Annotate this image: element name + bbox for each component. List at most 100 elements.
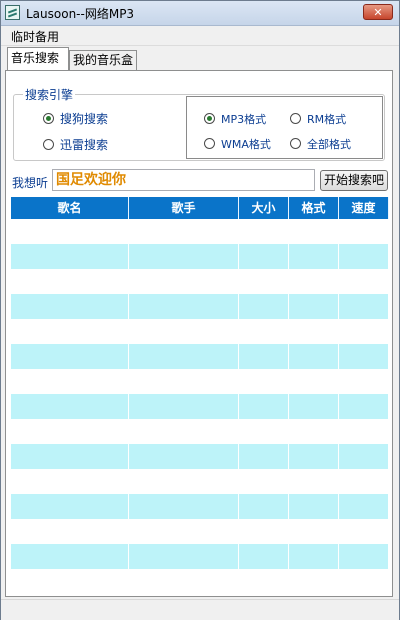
engine-xunlei-radio[interactable]: 迅雷搜索 bbox=[43, 136, 108, 153]
table-row[interactable] bbox=[11, 544, 389, 569]
menu-item-temp-backup[interactable]: 临时备用 bbox=[11, 28, 59, 45]
table-cell bbox=[11, 419, 129, 444]
table-cell bbox=[289, 494, 339, 519]
table-cell bbox=[129, 469, 239, 494]
table-cell bbox=[339, 369, 389, 394]
table-cell bbox=[239, 344, 289, 369]
engine-sogou-radio[interactable]: 搜狗搜索 bbox=[43, 110, 108, 127]
table-cell bbox=[339, 469, 389, 494]
table-cell bbox=[289, 319, 339, 344]
table-row[interactable] bbox=[11, 519, 389, 544]
table-cell bbox=[339, 419, 389, 444]
table-cell bbox=[289, 369, 339, 394]
close-button[interactable]: ✕ bbox=[363, 4, 393, 20]
table-cell bbox=[339, 494, 389, 519]
table-row[interactable] bbox=[11, 269, 389, 294]
table-cell bbox=[289, 569, 339, 594]
table-row[interactable] bbox=[11, 569, 389, 594]
format-all-label: 全部格式 bbox=[307, 138, 351, 151]
table-cell bbox=[11, 519, 129, 544]
results-table: 歌名 歌手 大小 格式 速度 bbox=[11, 197, 389, 594]
table-cell bbox=[11, 294, 129, 319]
table-cell bbox=[339, 394, 389, 419]
table-cell bbox=[339, 444, 389, 469]
table-cell bbox=[129, 244, 239, 269]
song-search-input[interactable]: 国足欢迎你 bbox=[52, 169, 315, 191]
table-row[interactable] bbox=[11, 294, 389, 319]
table-cell bbox=[339, 269, 389, 294]
table-cell bbox=[339, 294, 389, 319]
table-cell bbox=[239, 494, 289, 519]
table-cell bbox=[129, 269, 239, 294]
table-cell bbox=[289, 469, 339, 494]
table-cell bbox=[289, 444, 339, 469]
table-cell bbox=[11, 569, 129, 594]
radio-checked-icon bbox=[204, 113, 215, 124]
table-cell bbox=[239, 244, 289, 269]
table-cell bbox=[129, 569, 239, 594]
column-header-song[interactable]: 歌名 bbox=[11, 197, 129, 219]
table-cell bbox=[339, 344, 389, 369]
table-row[interactable] bbox=[11, 469, 389, 494]
engine-xunlei-label: 迅雷搜索 bbox=[60, 138, 109, 152]
table-cell bbox=[289, 219, 339, 244]
format-mp3-radio[interactable]: MP3格式 bbox=[204, 111, 266, 127]
table-cell bbox=[129, 344, 239, 369]
search-engine-group: 搜索引擎 搜狗搜索 迅雷搜索 MP3格式 RM格式 WMA格式 全部格式 bbox=[13, 86, 385, 161]
table-cell bbox=[239, 544, 289, 569]
column-header-speed[interactable]: 速度 bbox=[339, 197, 389, 219]
search-engine-legend: 搜索引擎 bbox=[23, 86, 76, 103]
tab-music-search[interactable]: 音乐搜索 bbox=[7, 47, 69, 70]
table-cell bbox=[339, 544, 389, 569]
table-cell bbox=[239, 269, 289, 294]
table-cell bbox=[339, 244, 389, 269]
table-cell bbox=[11, 394, 129, 419]
table-row[interactable] bbox=[11, 444, 389, 469]
table-cell bbox=[339, 569, 389, 594]
table-row[interactable] bbox=[11, 419, 389, 444]
table-row[interactable] bbox=[11, 219, 389, 244]
table-row[interactable] bbox=[11, 244, 389, 269]
table-row[interactable] bbox=[11, 394, 389, 419]
title-bar[interactable]: Lausoon--网络MP3 ✕ bbox=[1, 1, 399, 26]
format-all-radio[interactable]: 全部格式 bbox=[290, 136, 351, 152]
column-header-artist[interactable]: 歌手 bbox=[129, 197, 239, 219]
table-cell bbox=[129, 544, 239, 569]
column-header-size[interactable]: 大小 bbox=[239, 197, 289, 219]
table-cell bbox=[11, 244, 129, 269]
window-title: Lausoon--网络MP3 bbox=[26, 7, 135, 21]
table-cell bbox=[289, 394, 339, 419]
table-cell bbox=[11, 319, 129, 344]
format-wma-radio[interactable]: WMA格式 bbox=[204, 136, 271, 152]
engine-sogou-label: 搜狗搜索 bbox=[60, 112, 109, 126]
table-cell bbox=[289, 294, 339, 319]
table-row[interactable] bbox=[11, 319, 389, 344]
table-row[interactable] bbox=[11, 369, 389, 394]
table-cell bbox=[289, 419, 339, 444]
table-cell bbox=[239, 394, 289, 419]
music-search-panel: 搜索引擎 搜狗搜索 迅雷搜索 MP3格式 RM格式 WMA格式 全部格式 我想听… bbox=[5, 70, 393, 597]
column-header-format[interactable]: 格式 bbox=[289, 197, 339, 219]
table-cell bbox=[129, 519, 239, 544]
table-cell bbox=[239, 369, 289, 394]
table-cell bbox=[239, 519, 289, 544]
table-cell bbox=[339, 319, 389, 344]
format-rm-radio[interactable]: RM格式 bbox=[290, 111, 346, 127]
table-cell bbox=[11, 369, 129, 394]
table-cell bbox=[239, 569, 289, 594]
format-rm-label: RM格式 bbox=[307, 113, 347, 126]
table-cell bbox=[11, 494, 129, 519]
table-cell bbox=[129, 219, 239, 244]
menu-bar: 临时备用 bbox=[1, 26, 399, 46]
format-wma-label: WMA格式 bbox=[221, 138, 271, 151]
start-search-button[interactable]: 开始搜索吧 bbox=[320, 170, 388, 191]
tab-my-music-box[interactable]: 我的音乐盒 bbox=[69, 50, 137, 70]
table-row[interactable] bbox=[11, 494, 389, 519]
table-cell bbox=[11, 444, 129, 469]
table-cell bbox=[129, 319, 239, 344]
table-row[interactable] bbox=[11, 344, 389, 369]
results-table-body bbox=[11, 219, 389, 594]
table-cell bbox=[11, 469, 129, 494]
status-bar bbox=[1, 599, 399, 620]
table-cell bbox=[239, 419, 289, 444]
